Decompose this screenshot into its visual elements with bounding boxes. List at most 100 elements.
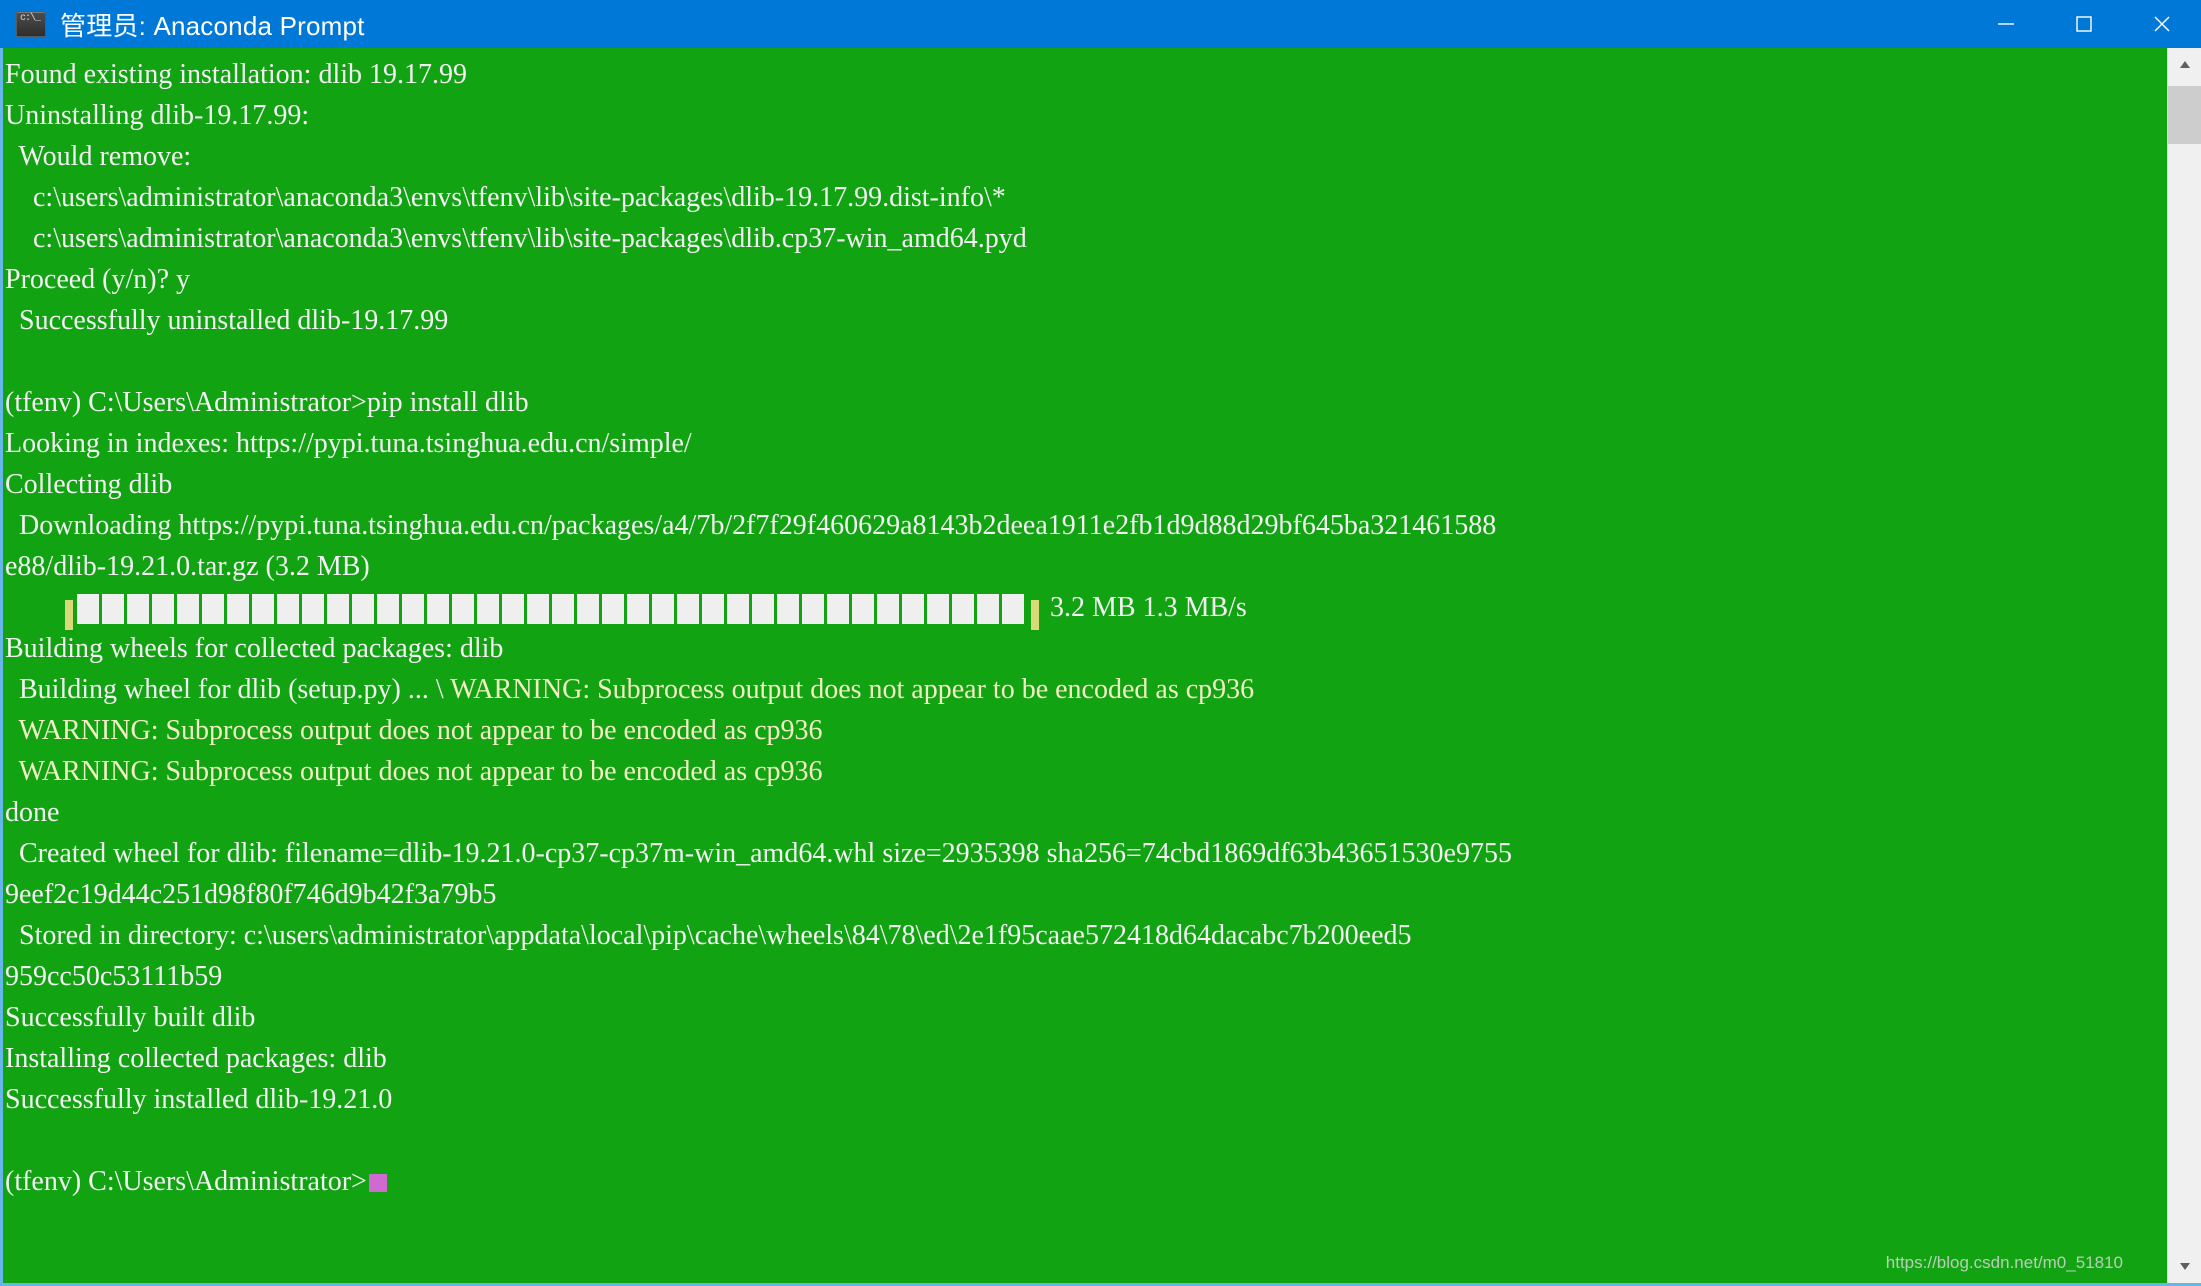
terminal-line-text: c:\users\administrator\anaconda3\envs\tf… — [5, 223, 1027, 254]
progress-block — [702, 593, 724, 624]
progress-block — [827, 593, 849, 624]
terminal-line: Successfully built dlib — [5, 997, 2167, 1038]
progress-stats: 3.2 MB 1.3 MB/s — [1043, 592, 1247, 623]
terminal-line: Looking in indexes: https://pypi.tuna.ts… — [5, 423, 2167, 464]
progress-right-delimiter — [1031, 599, 1039, 630]
terminal-line: done — [5, 792, 2167, 833]
terminal-line-text: Found existing installation: dlib 19.17.… — [5, 59, 467, 90]
terminal-line-text: WARNING: Subprocess output does not appe… — [5, 715, 823, 746]
terminal-line: Stored in directory: c:\users\administra… — [5, 915, 2167, 956]
terminal-line-text: (tfenv) C:\Users\Administrator> — [5, 1166, 367, 1197]
terminal-line-text: Building wheel for dlib (setup.py) ... \ — [5, 674, 451, 705]
progress-block — [227, 593, 249, 624]
terminal-line: Would remove: — [5, 136, 2167, 177]
terminal-line: Collecting dlib — [5, 464, 2167, 505]
terminal-line: Installing collected packages: dlib — [5, 1038, 2167, 1079]
scrollbar-down-arrow[interactable] — [2168, 1249, 2201, 1283]
close-button[interactable] — [2123, 0, 2201, 48]
terminal-line-text: Successfully installed dlib-19.21.0 — [5, 1084, 393, 1115]
scrollbar-thumb[interactable] — [2168, 86, 2201, 144]
terminal-line-text: WARNING: Subprocess output does not appe… — [5, 756, 823, 787]
title-bar-left: 管理员: Anaconda Prompt — [0, 6, 1967, 43]
progress-bar-track — [61, 592, 1043, 636]
terminal-line: c:\users\administrator\anaconda3\envs\tf… — [5, 177, 2167, 218]
terminal-line-text: e88/dlib-19.21.0.tar.gz (3.2 MB) — [5, 551, 370, 582]
progress-block — [752, 593, 774, 624]
terminal-prompt-line: (tfenv) C:\Users\Administrator> — [5, 1161, 2167, 1202]
progress-block — [252, 593, 274, 624]
progress-block — [727, 593, 749, 624]
progress-blocks — [77, 593, 1027, 636]
progress-block — [577, 593, 599, 624]
terminal-area: Found existing installation: dlib 19.17.… — [0, 48, 2201, 1286]
window-title: 管理员: Anaconda Prompt — [60, 10, 365, 41]
terminal-line-text: Successfully uninstalled dlib-19.17.99 — [5, 305, 449, 336]
progress-block — [602, 593, 624, 624]
progress-block — [327, 593, 349, 624]
terminal-line-text: 9eef2c19d44c251d98f80f746d9b42f3a79b5 — [5, 879, 497, 910]
terminal-line-text: c:\users\administrator\anaconda3\envs\tf… — [5, 182, 1006, 213]
terminal-output[interactable]: Found existing installation: dlib 19.17.… — [3, 48, 2167, 1283]
progress-block — [677, 593, 699, 624]
terminal-line: (tfenv) C:\Users\Administrator>pip insta… — [5, 382, 2167, 423]
terminal-line-text: 959cc50c53111b59 — [5, 961, 223, 992]
scrollbar-up-arrow[interactable] — [2168, 48, 2201, 82]
window-controls — [1967, 0, 2201, 48]
terminal-line: WARNING: Subprocess output does not appe… — [5, 710, 2167, 751]
terminal-line-text: Looking in indexes: https://pypi.tuna.ts… — [5, 428, 692, 459]
title-bar[interactable]: 管理员: Anaconda Prompt — [0, 0, 2201, 48]
progress-block — [877, 593, 899, 624]
terminal-line: WARNING: Subprocess output does not appe… — [5, 751, 2167, 792]
terminal-line-text: Stored in directory: c:\users\administra… — [5, 920, 1412, 951]
terminal-line: Proceed (y/n)? y — [5, 259, 2167, 300]
terminal-line-text: Uninstalling dlib-19.17.99: — [5, 100, 310, 131]
progress-block — [552, 593, 574, 624]
progress-block — [802, 593, 824, 624]
progress-block — [652, 593, 674, 624]
scrollbar-track[interactable] — [2168, 82, 2201, 1249]
progress-block — [502, 593, 524, 624]
progress-block — [977, 593, 999, 624]
terminal-line: 9eef2c19d44c251d98f80f746d9b42f3a79b5 — [5, 874, 2167, 915]
watermark: https://blog.csdn.net/m0_51810 — [1885, 1253, 2123, 1272]
progress-block — [352, 593, 374, 624]
terminal-line: 959cc50c53111b59 — [5, 956, 2167, 997]
terminal-line-text: Building wheels for collected packages: … — [5, 633, 504, 664]
progress-block — [277, 593, 299, 624]
progress-block — [527, 593, 549, 624]
terminal-line-text: Installing collected packages: dlib — [5, 1043, 387, 1074]
console-icon — [16, 11, 46, 37]
progress-block — [127, 593, 149, 624]
terminal-line-text: Successfully built dlib — [5, 1002, 256, 1033]
progress-block — [202, 593, 224, 624]
console-window: 管理员: Anaconda Prompt Fou — [0, 0, 2201, 1286]
progress-block — [427, 593, 449, 624]
terminal-line-text: (tfenv) C:\Users\Administrator>pip insta… — [5, 387, 529, 418]
terminal-line-text: done — [5, 797, 60, 828]
progress-block — [952, 593, 974, 624]
minimize-button[interactable] — [1967, 0, 2045, 48]
vertical-scrollbar[interactable] — [2167, 48, 2201, 1283]
progress-block — [927, 593, 949, 624]
maximize-button[interactable] — [2045, 0, 2123, 48]
progress-block — [77, 593, 99, 624]
progress-block — [777, 593, 799, 624]
progress-block — [477, 593, 499, 624]
progress-left-delimiter — [65, 599, 73, 630]
terminal-line: Building wheel for dlib (setup.py) ... \… — [5, 669, 2167, 710]
terminal-lines: Found existing installation: dlib 19.17.… — [3, 54, 2167, 1202]
terminal-line-text: Created wheel for dlib: filename=dlib-19… — [5, 838, 1512, 869]
terminal-line: Found existing installation: dlib 19.17.… — [5, 54, 2167, 95]
progress-block — [377, 593, 399, 624]
terminal-line-text: Downloading https://pypi.tuna.tsinghua.e… — [5, 510, 1497, 541]
terminal-line-text: Would remove: — [5, 141, 192, 172]
progress-block — [302, 593, 324, 624]
progress-block — [452, 593, 474, 624]
terminal-line: Created wheel for dlib: filename=dlib-19… — [5, 833, 2167, 874]
text-cursor — [368, 1174, 387, 1192]
terminal-line: c:\users\administrator\anaconda3\envs\tf… — [5, 218, 2167, 259]
progress-block — [177, 593, 199, 624]
terminal-line-warning: WARNING: Subprocess output does not appe… — [450, 674, 1255, 705]
terminal-line-text: Proceed (y/n)? y — [5, 264, 191, 295]
